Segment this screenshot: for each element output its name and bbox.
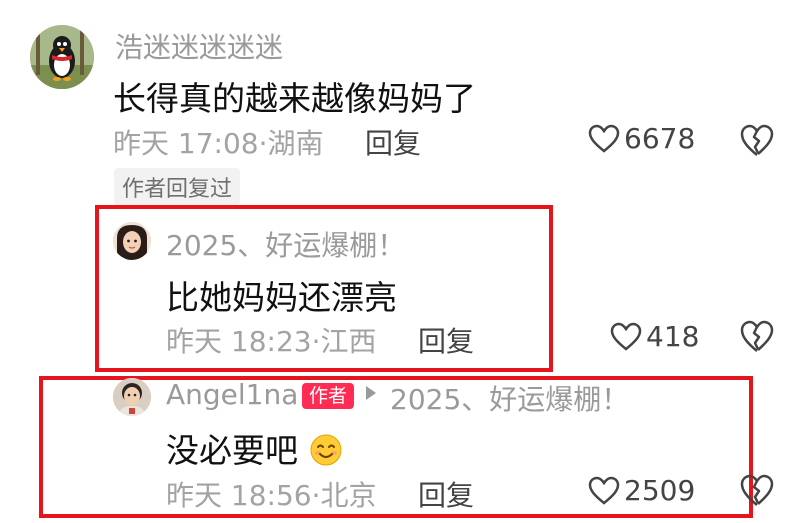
author-replied-tag: 作者回复过 <box>114 168 241 206</box>
dislike-button[interactable] <box>740 474 774 512</box>
comment-text: 没必要吧 <box>166 431 298 470</box>
comment-text: 比她妈妈还漂亮 <box>166 278 397 317</box>
heart-icon <box>610 322 642 351</box>
reply-button[interactable]: 回复 <box>418 474 474 514</box>
penguin-avatar-icon <box>30 25 94 89</box>
comment-text: 长得真的越来越像妈妈了 <box>113 79 476 118</box>
comment-meta: 昨天 18:56·北京 <box>166 479 377 512</box>
comment-username[interactable]: 浩迷迷迷迷迷 <box>115 26 283 66</box>
like-button[interactable]: 6678 <box>588 122 695 155</box>
smiling-face-emoji-icon <box>310 434 341 466</box>
broken-heart-icon <box>740 474 774 506</box>
like-button[interactable]: 418 <box>610 320 699 353</box>
girl-avatar-icon <box>113 222 151 260</box>
dislike-button[interactable] <box>740 320 774 358</box>
comment-meta: 昨天 17:08·湖南 <box>113 127 324 160</box>
comment-username[interactable]: Angel1na <box>166 378 298 411</box>
heart-icon <box>588 476 620 505</box>
broken-heart-icon <box>740 124 774 156</box>
reply-arrow-icon <box>366 386 376 400</box>
like-count: 418 <box>646 320 700 353</box>
broken-heart-icon <box>740 320 774 352</box>
comment-username[interactable]: 2025、好运爆棚！ <box>166 224 405 264</box>
avatar[interactable] <box>30 25 94 89</box>
reply-button[interactable]: 回复 <box>365 122 421 162</box>
reply-button[interactable]: 回复 <box>418 320 474 360</box>
like-button[interactable]: 2509 <box>588 474 695 507</box>
author-badge: 作者 <box>302 383 355 409</box>
avatar[interactable] <box>113 222 151 260</box>
child-avatar-icon <box>113 378 151 416</box>
reply-to-username[interactable]: 2025、好运爆棚！ <box>390 378 629 418</box>
avatar[interactable] <box>113 378 151 416</box>
comment-text-row: 没必要吧 <box>166 424 343 472</box>
dislike-button[interactable] <box>740 124 774 162</box>
heart-icon <box>588 124 620 153</box>
comment-meta: 昨天 18:23·江西 <box>166 325 377 358</box>
like-count: 2509 <box>624 474 696 507</box>
like-count: 6678 <box>624 122 696 155</box>
